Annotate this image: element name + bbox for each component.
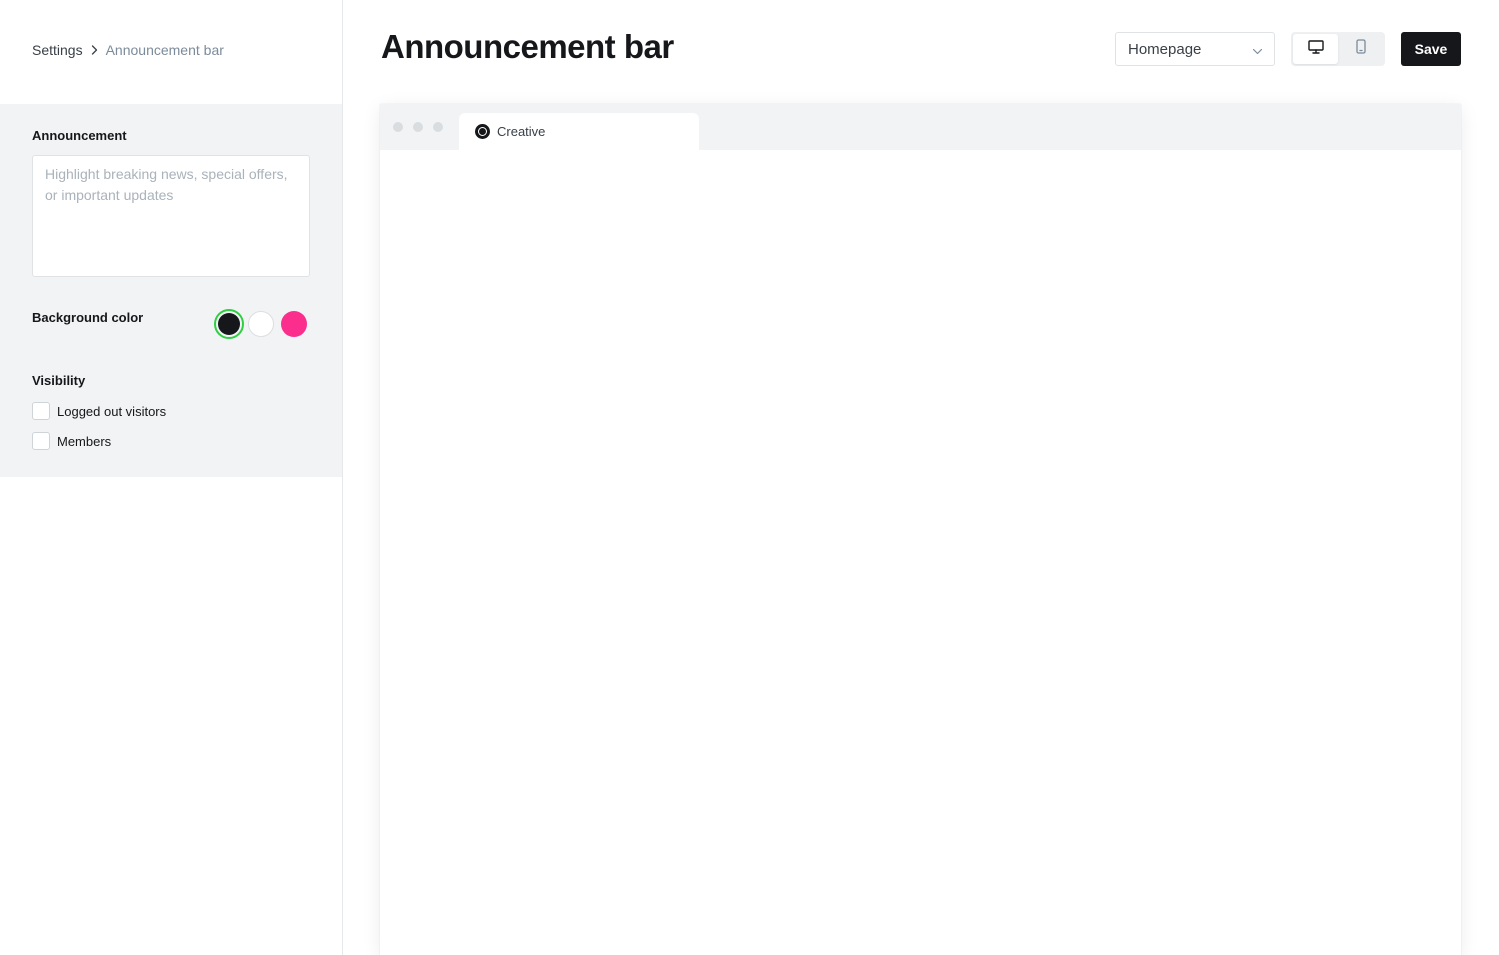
visibility-members-option[interactable]: Members xyxy=(32,432,111,450)
device-toggle xyxy=(1291,32,1385,66)
browser-tab: Creative xyxy=(459,113,699,150)
window-dot xyxy=(433,122,443,132)
background-color-label: Background color xyxy=(32,310,144,325)
visibility-logged-out-option[interactable]: Logged out visitors xyxy=(32,402,166,420)
chevron-right-icon xyxy=(91,45,98,55)
mobile-preview-button[interactable] xyxy=(1338,34,1383,64)
breadcrumb: Settings Announcement bar xyxy=(32,41,224,59)
desktop-preview-button[interactable] xyxy=(1293,34,1338,64)
members-checkbox[interactable] xyxy=(32,432,50,450)
desktop-icon xyxy=(1307,39,1324,59)
mobile-icon xyxy=(1355,39,1366,59)
window-dot xyxy=(393,122,403,132)
page-select-value: Homepage xyxy=(1128,40,1202,58)
swatch-black[interactable] xyxy=(214,309,244,339)
swatch-pink[interactable] xyxy=(281,311,307,337)
breadcrumb-current: Announcement bar xyxy=(105,42,224,58)
swatch-white[interactable] xyxy=(248,311,274,337)
browser-chrome: Creative xyxy=(380,104,1461,150)
breadcrumb-settings-link[interactable]: Settings xyxy=(32,42,83,58)
settings-sidebar: Settings Announcement bar Announcement H… xyxy=(0,0,343,955)
announcement-settings-panel: Announcement Highlight breaking news, sp… xyxy=(0,104,342,477)
announcement-label: Announcement xyxy=(32,128,127,143)
announcement-textarea[interactable]: Highlight breaking news, special offers,… xyxy=(32,155,310,277)
window-dot xyxy=(413,122,423,132)
logged-out-label: Logged out visitors xyxy=(57,403,167,419)
site-favicon-icon xyxy=(475,124,490,139)
members-label: Members xyxy=(57,433,112,449)
site-preview: Creative xyxy=(380,104,1461,955)
browser-tab-title: Creative xyxy=(497,124,546,139)
background-color-swatches xyxy=(214,309,307,339)
chevron-down-icon xyxy=(1252,44,1263,61)
save-button[interactable]: Save xyxy=(1401,32,1461,66)
visibility-label: Visibility xyxy=(32,373,86,388)
page-title: Announcement bar xyxy=(381,28,674,65)
page-select-dropdown[interactable]: Homepage xyxy=(1115,32,1275,66)
announcement-placeholder: Highlight breaking news, special offers,… xyxy=(45,166,288,203)
logged-out-checkbox[interactable] xyxy=(32,402,50,420)
preview-frame xyxy=(380,150,1461,955)
